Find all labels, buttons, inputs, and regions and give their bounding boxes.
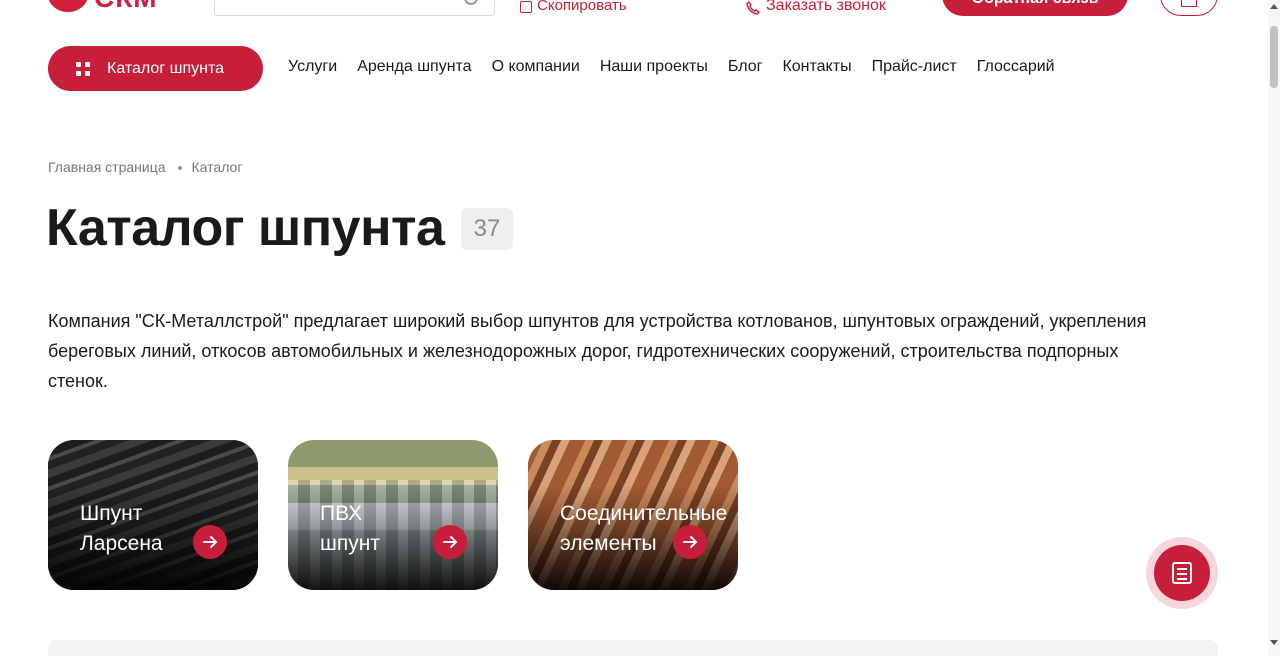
nav-item-contacts[interactable]: Контакты	[782, 58, 851, 76]
card-title: ПВХ шпунт	[320, 502, 380, 555]
call-label: Заказать звонок	[766, 0, 886, 14]
category-card-pvc[interactable]: ПВХ шпунт	[288, 440, 498, 590]
category-card-connectors[interactable]: Соединительные элементы	[528, 440, 738, 590]
scroll-up-arrow[interactable]	[1270, 4, 1278, 9]
arrow-right-icon[interactable]	[673, 525, 707, 559]
chat-button[interactable]	[1146, 537, 1218, 609]
product-count-badge: 37	[461, 208, 513, 250]
copy-phone-link[interactable]: Скопировать	[520, 0, 627, 14]
scrollbar-thumb[interactable]	[1270, 26, 1278, 88]
company-logo[interactable]: СКМ	[48, 0, 188, 13]
nav-item-services[interactable]: Услуги	[288, 58, 337, 76]
feedback-button[interactable]: Обратная связь	[942, 0, 1128, 16]
arrow-right-icon[interactable]	[433, 525, 467, 559]
breadcrumb-home[interactable]: Главная страница	[48, 159, 166, 175]
scrollbar[interactable]	[1268, 0, 1280, 656]
arrow-right-icon[interactable]	[193, 525, 227, 559]
grid-icon	[76, 61, 90, 76]
copy-label: Скопировать	[537, 0, 627, 14]
card-title: Соединительные элементы	[560, 502, 728, 555]
logo-mark	[48, 0, 88, 12]
breadcrumb-separator	[177, 166, 182, 170]
request-call-link[interactable]: Заказать звонок	[746, 0, 886, 15]
catalog-button-label: Каталог шпунта	[107, 59, 224, 77]
nav-item-about[interactable]: О компании	[492, 58, 580, 76]
nav-item-pricelist[interactable]: Прайс-лист	[872, 58, 957, 76]
phone-icon	[746, 1, 760, 15]
top-header: СКМ Скопировать Заказать звонок Обратная…	[0, 0, 1268, 20]
breadcrumb: Главная страница Каталог	[48, 159, 242, 175]
page-description: Компания "СК-Металлстрой" предлагает шир…	[48, 311, 1147, 391]
category-cards: Шпунт Ларсена ПВХ шпунт Соединительные элем…	[48, 440, 738, 590]
breadcrumb-current: Каталог	[191, 159, 243, 175]
search-input[interactable]	[214, 0, 495, 16]
page-title: Каталог шпунта	[46, 199, 445, 257]
card-title: Шпунт Ларсена	[80, 502, 163, 555]
calendar-icon	[1181, 0, 1197, 7]
nav-item-rent[interactable]: Аренда шпунта	[357, 58, 471, 76]
nav-item-glossary[interactable]: Глоссарий	[977, 58, 1055, 76]
catalog-menu-button[interactable]: Каталог шпунта	[48, 46, 263, 91]
category-card-larsen[interactable]: Шпунт Ларсена	[48, 440, 258, 590]
main-nav: Услуги Аренда шпунта О компании Наши про…	[288, 58, 1075, 76]
copy-icon	[520, 0, 532, 13]
search-icon[interactable]	[464, 0, 478, 5]
chat-icon	[1172, 562, 1192, 584]
nav-item-projects[interactable]: Наши проекты	[600, 58, 708, 76]
nav-item-blog[interactable]: Блог	[728, 58, 763, 76]
feedback-label: Обратная связь	[972, 0, 1099, 8]
logo-text: СКМ	[94, 0, 158, 14]
scroll-down-arrow[interactable]	[1270, 640, 1278, 645]
filter-panel	[48, 640, 1218, 656]
calendar-button[interactable]	[1160, 0, 1218, 16]
